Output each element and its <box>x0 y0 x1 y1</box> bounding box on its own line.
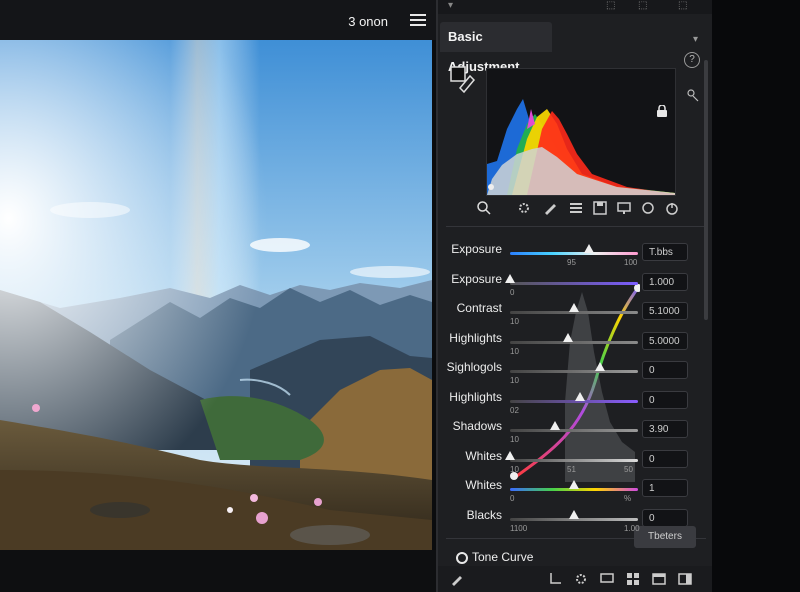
slider-tick-label: % <box>624 494 632 503</box>
sliders-icon[interactable] <box>568 200 584 216</box>
window-icon[interactable]: ⬚ <box>606 0 615 11</box>
slider-thumb[interactable] <box>575 391 586 401</box>
slider-label: Exposure <box>451 242 502 256</box>
slider-tick-label: 1100 <box>510 523 528 533</box>
slider-tick-label: 10 <box>510 464 519 474</box>
slider-label: Highlights <box>449 330 502 345</box>
slider-track[interactable] <box>510 429 638 432</box>
panel-scrollbar[interactable] <box>704 60 708 320</box>
monitor-icon[interactable] <box>600 572 614 586</box>
brush-icon[interactable] <box>450 572 464 586</box>
slider-value-field[interactable]: 1 <box>642 479 688 497</box>
panel-top-strip: ▾ ⬚ ⬚ ⬚ <box>438 0 714 14</box>
slider-thumb[interactable] <box>505 273 515 283</box>
crop-icon[interactable] <box>548 572 562 586</box>
slider-value-field[interactable]: 0 <box>642 361 688 379</box>
slider-tick-label: 10 <box>510 346 519 356</box>
help-icon[interactable]: ? <box>684 52 700 68</box>
slider-label: Blacks <box>466 507 502 522</box>
slider-track[interactable] <box>510 281 638 285</box>
slider-value-field[interactable]: 5.0000 <box>642 331 688 350</box>
slider-label: Contrast <box>456 301 502 315</box>
slider-tick-label: 100 <box>624 258 638 267</box>
window-icon[interactable]: ⬚ <box>638 0 647 11</box>
slider-label: Whites <box>465 478 502 492</box>
toolbar-button[interactable]: Tbeters <box>634 526 696 548</box>
circle-icon[interactable] <box>640 200 656 216</box>
panel-header: Basic Adjustment ▾ <box>438 16 714 74</box>
slider-tick-label: 0 <box>510 287 515 297</box>
canvas-header: 3 onon <box>0 0 440 40</box>
panel-icon[interactable] <box>678 572 692 586</box>
slider-track[interactable] <box>510 340 638 344</box>
dropdown-icon[interactable]: ▾ <box>448 0 453 11</box>
search-icon[interactable] <box>476 200 492 216</box>
slider-track[interactable] <box>510 370 638 373</box>
slider-tick-label: 10 <box>510 376 519 385</box>
hamburger-menu-icon[interactable] <box>410 14 426 26</box>
slider-track[interactable] <box>510 252 638 255</box>
window-icon[interactable] <box>652 572 666 586</box>
bottom-toolbar <box>438 566 714 592</box>
slider-label: Sighlogols <box>446 360 502 374</box>
slider-thumb[interactable] <box>569 303 579 312</box>
slider-thumb[interactable] <box>569 480 579 489</box>
slider-value-field[interactable]: T.bbs <box>642 243 688 261</box>
screen-bezel <box>712 0 800 592</box>
tone-curve-radio[interactable] <box>456 552 468 564</box>
tone-curve-label[interactable]: Tone Curve <box>472 550 533 564</box>
slider-track[interactable] <box>510 399 638 403</box>
zoom-label[interactable]: 3 onon <box>348 14 388 29</box>
slider-tick-label: 50 <box>624 464 633 474</box>
slider-value-field[interactable]: 0 <box>642 390 688 409</box>
slider-thumb[interactable] <box>584 244 595 253</box>
slider-tick-label: 95 <box>567 258 576 267</box>
landscape-image <box>0 40 432 550</box>
slider-tick-label: 10 <box>510 435 519 444</box>
gear-icon[interactable] <box>574 572 588 586</box>
slider-label: Whites <box>465 448 502 463</box>
histogram <box>486 68 676 196</box>
slider-value-field[interactable]: 0 <box>642 449 688 468</box>
slider-thumb[interactable] <box>569 509 579 519</box>
tab-basic-adjustment[interactable]: Basic Adjustment <box>440 22 552 74</box>
slider-label: Shadows <box>452 419 502 433</box>
slider-thumb[interactable] <box>562 332 573 342</box>
slider-thumb[interactable] <box>594 362 605 371</box>
save-icon[interactable] <box>592 200 608 216</box>
window-icon[interactable]: ⬚ <box>678 0 687 11</box>
slider-tick-label: 1.00 <box>624 523 640 533</box>
slider-track[interactable] <box>510 458 638 462</box>
grid-icon[interactable] <box>626 572 640 586</box>
color-swatch-icon[interactable] <box>450 66 476 96</box>
lock-icon[interactable] <box>656 104 668 117</box>
monitor-icon[interactable] <box>616 200 632 216</box>
brush-icon[interactable] <box>542 200 558 216</box>
slider-value-field[interactable]: 3.90 <box>642 420 688 438</box>
adjustment-panel: ▾ ⬚ ⬚ ⬚ Basic Adjustment ▾ ? Tbeters Ton… <box>436 0 714 592</box>
photo-preview[interactable] <box>0 40 432 550</box>
slider-value-field[interactable]: 1.000 <box>642 272 688 291</box>
camera-icon[interactable] <box>686 88 700 102</box>
slider-thumb[interactable] <box>505 450 515 460</box>
slider-tick-label: 10 <box>510 317 519 326</box>
slider-tick-label: 0 <box>510 494 515 503</box>
slider-label: Highlights <box>449 389 502 404</box>
divider <box>446 226 706 227</box>
slider-thumb[interactable] <box>549 421 560 430</box>
slider-tick-label: 02 <box>510 405 519 415</box>
slider-value-field[interactable]: 0 <box>642 508 688 527</box>
slider-value-field[interactable]: 5.1000 <box>642 302 688 320</box>
slider-label: Exposure <box>451 271 502 286</box>
histogram-toolbar <box>474 198 684 218</box>
slider-tick-label: 51 <box>567 464 576 474</box>
power-icon[interactable] <box>664 200 680 216</box>
gear-icon[interactable] <box>516 200 532 216</box>
canvas-footer <box>0 550 440 592</box>
collapse-icon[interactable]: ▾ <box>693 34 698 45</box>
